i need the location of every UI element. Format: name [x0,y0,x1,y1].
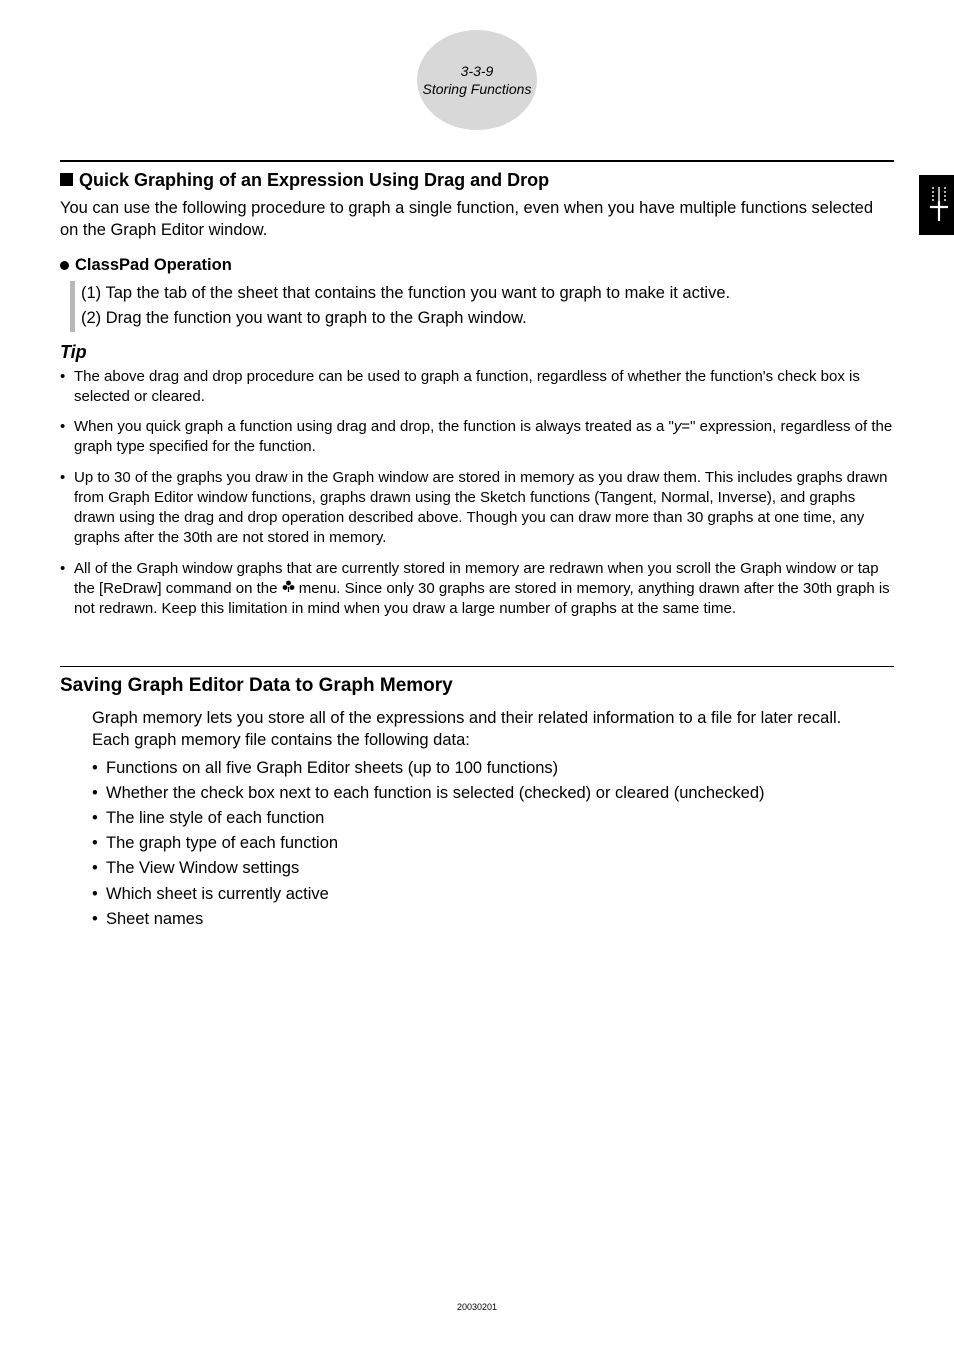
steps-block: (1) Tap the tab of the sheet that contai… [70,281,894,332]
list-item: Functions on all five Graph Editor sheet… [92,757,894,780]
section2-body: Graph memory lets you store all of the e… [92,707,894,931]
square-bullet-icon [60,173,73,186]
page-title: Storing Functions [423,80,532,98]
list-item: Whether the check box next to each funct… [92,782,894,805]
dot-bullet-icon [60,261,69,270]
list-item: Which sheet is currently active [92,883,894,906]
tip-item: All of the Graph window graphs that are … [60,559,894,620]
tip-item: When you quick graph a function using dr… [60,417,894,458]
intro-paragraph: You can use the following procedure to g… [60,197,894,242]
list-item: The graph type of each function [92,832,894,855]
tip-list: The above drag and drop procedure can be… [60,367,894,620]
clover-menu-icon [282,579,295,599]
divider [60,666,894,667]
page-content: 3-3-9 Storing Functions Quick Graphing o… [0,0,954,963]
tip-item: The above drag and drop procedure can be… [60,367,894,408]
page-ref: 3-3-9 [461,62,494,80]
footer-code: 20030201 [0,1302,954,1312]
tip-item: Up to 30 of the graphs you draw in the G… [60,468,894,549]
heading-text: Quick Graphing of an Expression Using Dr… [79,170,549,190]
step-1: (1) Tap the tab of the sheet that contai… [81,281,894,307]
step-2: (2) Drag the function you want to graph … [81,306,894,332]
operation-heading: ClassPad Operation [60,256,894,275]
list-item: The line style of each function [92,807,894,830]
operation-heading-text: ClassPad Operation [75,256,232,274]
save-list: Functions on all five Graph Editor sheet… [92,757,894,931]
section2-heading: Saving Graph Editor Data to Graph Memory [60,675,894,697]
side-tab-icon [919,175,954,235]
divider [60,160,894,162]
section-heading: Quick Graphing of an Expression Using Dr… [60,170,894,191]
list-item: The View Window settings [92,857,894,880]
section2-para1: Graph memory lets you store all of the e… [92,707,894,729]
page-badge: 3-3-9 Storing Functions [417,30,537,130]
list-item: Sheet names [92,908,894,931]
tip-label: Tip [60,342,894,363]
section2-para2: Each graph memory file contains the foll… [92,729,894,751]
